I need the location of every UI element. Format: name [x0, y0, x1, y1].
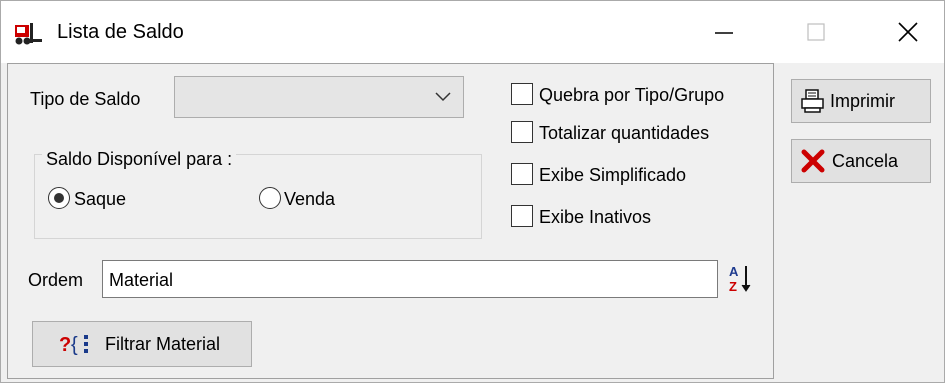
- checkbox-simplificado-label[interactable]: Exibe Simplificado: [539, 164, 686, 186]
- minimize-button[interactable]: [678, 1, 770, 63]
- radio-saque[interactable]: [48, 187, 70, 209]
- group-title: Saldo Disponível para :: [42, 148, 237, 170]
- radio-selected-dot: [54, 193, 64, 203]
- filtrar-material-label: Filtrar Material: [105, 334, 221, 354]
- filter-query-icon: ? {: [59, 334, 88, 356]
- dialog-window: Lista de Saldo Tipo de Saldo Saldo Dispo…: [0, 0, 945, 383]
- printer-icon: [801, 89, 824, 113]
- sort-az-icon[interactable]: A Z: [727, 262, 753, 296]
- tipo-saldo-dropdown[interactable]: [174, 76, 464, 118]
- options-panel: Tipo de Saldo Saldo Disponível para : Sa…: [7, 63, 774, 379]
- checkbox-quebra[interactable]: [511, 83, 533, 105]
- title-bar[interactable]: Lista de Saldo: [1, 1, 944, 63]
- radio-saque-label[interactable]: Saque: [74, 188, 126, 210]
- close-icon: [898, 22, 918, 42]
- checkbox-simplificado[interactable]: [511, 163, 533, 185]
- chevron-down-icon: [435, 92, 451, 102]
- svg-text:?: ?: [59, 334, 71, 356]
- checkbox-totalizar-label[interactable]: Totalizar quantidades: [539, 122, 709, 144]
- imprimir-label: Imprimir: [830, 91, 895, 111]
- radio-venda-label[interactable]: Venda: [284, 188, 335, 210]
- checkbox-inativos[interactable]: [511, 205, 533, 227]
- close-button[interactable]: [862, 1, 945, 63]
- imprimir-button[interactable]: Imprimir: [791, 79, 931, 123]
- tipo-saldo-label: Tipo de Saldo: [30, 89, 141, 109]
- svg-text:A: A: [729, 264, 739, 279]
- maximize-button[interactable]: [770, 1, 862, 63]
- maximize-icon: [807, 23, 825, 41]
- forklift-app-icon: [15, 23, 42, 45]
- checkbox-quebra-label[interactable]: Quebra por Tipo/Grupo: [539, 84, 724, 106]
- cancel-x-icon: [801, 149, 825, 173]
- ordem-value: Material: [109, 270, 174, 290]
- ordem-input[interactable]: Material: [102, 260, 718, 298]
- filtrar-material-button[interactable]: ? { Filtrar Material: [32, 321, 252, 367]
- ordem-label: Ordem: [28, 270, 84, 290]
- radio-venda[interactable]: [259, 187, 281, 209]
- svg-text:Z: Z: [729, 279, 737, 294]
- cancela-button[interactable]: Cancela: [791, 139, 931, 183]
- checkbox-inativos-label[interactable]: Exibe Inativos: [539, 206, 651, 228]
- svg-text:{: {: [71, 334, 78, 356]
- checkbox-totalizar[interactable]: [511, 121, 533, 143]
- cancela-label: Cancela: [832, 151, 899, 171]
- minimize-icon: [715, 32, 733, 34]
- window-title: Lista de Saldo: [57, 21, 184, 43]
- action-sidebar: Imprimir Cancela: [781, 63, 941, 379]
